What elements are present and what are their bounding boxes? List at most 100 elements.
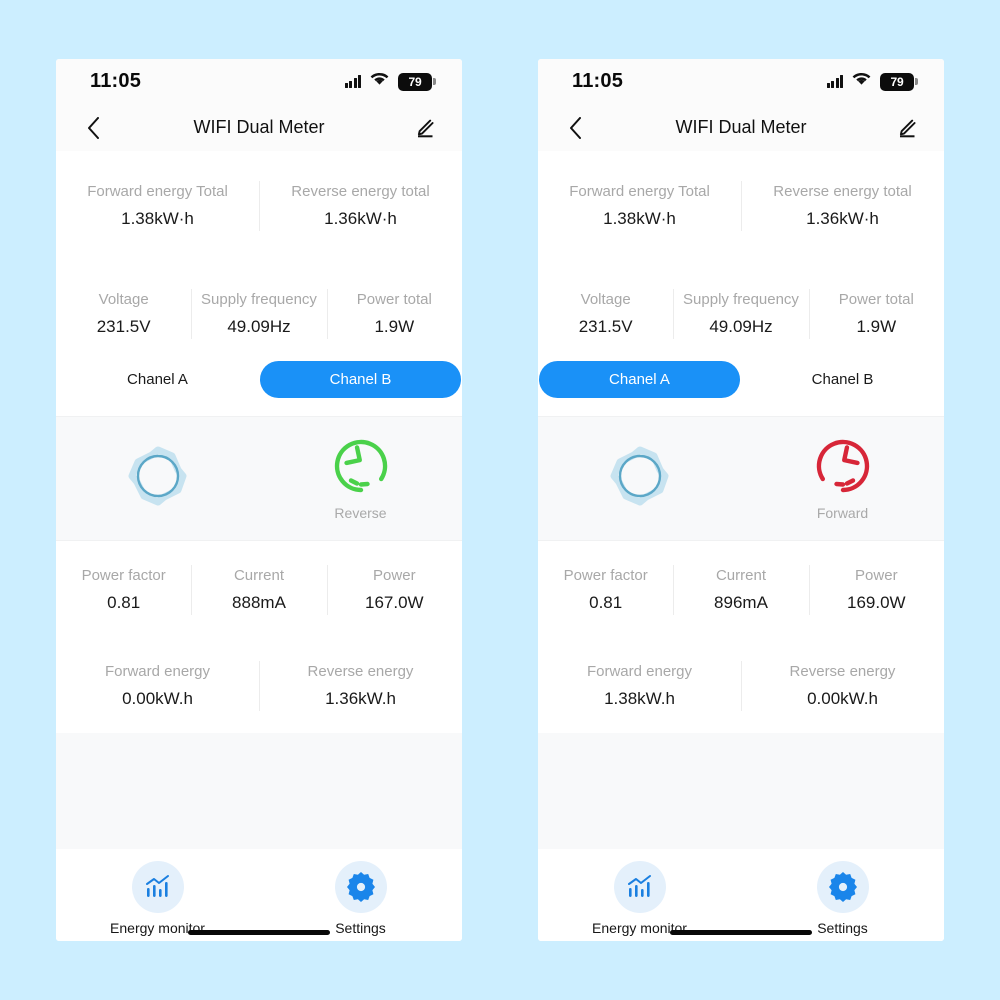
metric-label: Reverse energy [789,663,896,680]
metric-voltage: Voltage 231.5V [56,281,191,347]
metric-value: 888mA [232,593,286,612]
metric-value: 231.5V [96,317,151,336]
wifi-icon [370,72,389,91]
metric-voltage: Voltage 231.5V [538,281,673,347]
metric-label: Supply frequency [683,291,799,308]
direction-label: Reverse [334,505,387,521]
channel-energy-row: Forward energy 0.00kW.h Reverse energy 1… [56,653,462,719]
metric-value: 1.9W [374,317,415,336]
metric-value: 169.0W [847,593,906,612]
metric-forward-energy: Forward energy 1.38kW.h [538,653,741,719]
idle-ring-icon [609,445,671,512]
channel-metrics-row: Power factor 0.81 Current 888mA Power 16… [56,557,462,623]
metric-label: Voltage [580,291,631,308]
metric-label: Voltage [98,291,149,308]
signal-bars-icon [344,75,361,88]
bar-chart-trend-icon [131,861,184,913]
signal-bars-icon [826,75,843,88]
metric-forward-energy-total: Forward energy Total 1.38kW·h [538,173,741,239]
metric-power-total: Power total 1.9W [326,281,462,347]
channel-tabs: Chanel A Chanel B [538,361,944,416]
bottom-nav-item-settings[interactable]: Settings [259,861,462,936]
energy-totals-card: Forward energy Total 1.38kW·h Reverse en… [538,151,944,265]
metric-value: 0.00kW.h [122,689,193,708]
wifi-icon [852,72,871,91]
gear-icon [816,861,869,913]
channel-energy-card: Forward energy 1.38kW.h Reverse energy 0… [538,637,944,733]
tab-chanel-b[interactable]: Chanel B [742,361,943,398]
edit-button[interactable] [892,113,922,143]
battery-level: 79 [890,74,904,89]
metric-label: Power total [356,291,432,308]
tab-chanel-a[interactable]: Chanel A [539,361,740,398]
bottom-nav: Energy monitor Settings [538,849,944,941]
metric-label: Power factor [563,567,648,584]
metric-supply-frequency: Supply frequency 49.09Hz [191,281,326,347]
channel-metrics-card: Power factor 0.81 Current 888mA Power 16… [56,541,462,637]
metric-value: 49.09Hz [227,317,291,336]
rotate-clockwise-icon [813,436,873,501]
channel-tabs: Chanel A Chanel B [56,361,462,416]
bottom-nav-item-energy-monitor[interactable]: Energy monitor [56,861,259,936]
metric-value: 1.36kW.h [325,689,396,708]
back-button[interactable] [560,113,590,143]
empty-area [56,733,462,849]
metric-value: 0.81 [589,593,623,612]
bottom-nav-item-energy-monitor[interactable]: Energy monitor [538,861,741,936]
status-icons: 79 [344,72,436,91]
energy-totals-card: Forward energy Total 1.38kW·h Reverse en… [56,151,462,265]
metric-label: Reverse energy total [291,183,430,200]
metric-power: Power 167.0W [326,557,462,623]
metric-current: Current 896mA [673,557,808,623]
status-bar: 11:05 79 [56,59,462,104]
metric-label: Supply frequency [201,291,317,308]
metric-current: Current 888mA [191,557,326,623]
metric-value: 1.38kW.h [604,689,675,708]
metric-power-total: Power total 1.9W [808,281,944,347]
battery-icon: 79 [398,72,436,91]
metric-reverse-energy: Reverse energy 1.36kW.h [259,653,462,719]
bar-chart-trend-icon [613,861,666,913]
metric-value: 0.81 [107,593,141,612]
metric-value: 896mA [714,593,768,612]
screenshot-stage: 11:05 79 WIFI Dual Meter Forward energy … [0,0,1000,1000]
edit-button[interactable] [410,113,440,143]
metric-label: Forward energy [104,663,211,680]
metric-value: 1.36kW·h [806,209,879,228]
page-title: WIFI Dual Meter [675,117,807,137]
nav-bar: WIFI Dual Meter [56,104,462,151]
metric-value: 1.38kW·h [121,209,194,228]
metric-label: Power total [838,291,914,308]
empty-area [538,733,944,849]
gear-icon [334,861,387,913]
page-title: WIFI Dual Meter [193,117,325,137]
phone-screen-left: 11:05 79 WIFI Dual Meter Forward energy … [56,59,462,941]
idle-dial-cell [56,417,259,540]
metric-label: Forward energy Total [569,183,710,200]
metric-label: Power [373,567,416,584]
metric-value: 1.36kW·h [324,209,397,228]
back-button[interactable] [78,113,108,143]
energy-totals-row: Forward energy Total 1.38kW·h Reverse en… [56,173,462,239]
bottom-nav-label: Settings [817,920,868,936]
bottom-nav-item-settings[interactable]: Settings [741,861,944,936]
tab-chanel-a[interactable]: Chanel A [57,361,258,398]
battery-level: 79 [408,74,422,89]
metric-power-factor: Power factor 0.81 [538,557,673,623]
status-icons: 79 [826,72,918,91]
metric-value: 1.9W [856,317,897,336]
metric-value: 49.09Hz [709,317,773,336]
rotate-counterclockwise-icon [331,436,391,501]
metric-label: Reverse energy total [773,183,912,200]
idle-ring-icon [127,445,189,512]
direction-dial-cell: Forward [741,417,944,540]
metric-forward-energy: Forward energy 0.00kW.h [56,653,259,719]
bottom-nav-label: Settings [335,920,386,936]
metric-value: 0.00kW.h [807,689,878,708]
channel-metrics-card: Power factor 0.81 Current 896mA Power 16… [538,541,944,637]
metric-value: 167.0W [365,593,424,612]
tab-chanel-b[interactable]: Chanel B [260,361,461,398]
metric-value: 231.5V [578,317,633,336]
metric-label: Power [855,567,898,584]
line-metrics-card: Voltage 231.5V Supply frequency 49.09Hz … [56,265,462,361]
